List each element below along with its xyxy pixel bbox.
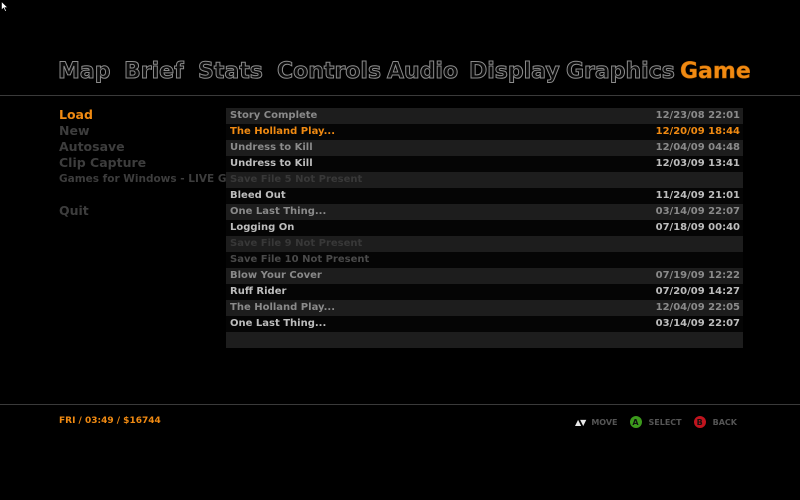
save-name: Undress to Kill — [230, 158, 313, 169]
save-name: Bleed Out — [230, 190, 286, 201]
save-slot[interactable]: Story Complete 12/23/08 22:01 — [226, 108, 743, 124]
tab-stats[interactable]: Stats — [198, 59, 264, 85]
save-slot[interactable]: Save File 10 Not Present — [226, 252, 743, 268]
list-footer-bar — [226, 332, 743, 348]
tab-controls[interactable]: Controls — [276, 59, 381, 85]
save-name: Story Complete — [230, 110, 318, 121]
bottom-divider — [0, 404, 800, 405]
save-name: One Last Thing... — [230, 206, 327, 217]
tab-map[interactable]: Map — [58, 59, 111, 85]
save-date: 12/04/09 22:05 — [655, 302, 740, 313]
menu-item-gfwl-guide[interactable]: Games for Windows - LIVE Guide — [59, 171, 252, 187]
save-date: 12/03/09 13:41 — [655, 158, 740, 169]
save-slot[interactable]: Save File 9 Not Present — [226, 236, 743, 252]
save-name: Ruff Rider — [230, 286, 287, 297]
save-slot[interactable]: One Last Thing... 03/14/09 22:07 — [226, 316, 743, 332]
dpad-arrows-icon: ▲▼ — [575, 417, 586, 427]
menu-item-autosave[interactable]: Autosave — [59, 139, 219, 155]
menu-item-quit[interactable]: Quit — [59, 203, 219, 219]
save-slot[interactable]: Bleed Out 11/24/09 21:01 — [226, 188, 743, 204]
save-slot[interactable]: Undress to Kill 12/03/09 13:41 — [226, 156, 743, 172]
save-slot[interactable]: One Last Thing... 03/14/09 22:07 — [226, 204, 743, 220]
save-file-list: Story Complete 12/23/08 22:01 The Holland… — [226, 108, 743, 348]
save-date: 03/14/09 22:07 — [655, 206, 740, 217]
save-name: One Last Thing... — [230, 318, 327, 329]
save-name: Logging On — [230, 222, 295, 233]
a-button-icon[interactable]: A — [629, 416, 642, 428]
hint-move-label: MOVE — [591, 417, 618, 427]
tab-audio[interactable]: Audio — [386, 59, 458, 85]
save-date: 07/18/09 00:40 — [655, 222, 740, 233]
game-submenu: Load New Autosave Clip Capture Games for… — [59, 107, 252, 219]
b-button-icon[interactable]: B — [693, 416, 706, 428]
tab-brief[interactable]: Brief — [124, 59, 185, 85]
top-divider — [0, 95, 800, 96]
save-date: 03/14/09 22:07 — [655, 318, 740, 329]
hint-select-label[interactable]: SELECT — [649, 418, 682, 427]
menu-item-load[interactable]: Load — [59, 107, 219, 123]
save-date: 07/19/09 12:22 — [655, 270, 740, 281]
mouse-cursor-icon — [1, 1, 9, 12]
save-name: Save File 5 Not Present — [230, 174, 363, 185]
save-slot[interactable]: The Holland Play... 12/04/09 22:05 — [226, 300, 743, 316]
menu-item-new[interactable]: New — [59, 123, 219, 139]
tab-display[interactable]: Display — [469, 59, 561, 85]
save-slot[interactable]: Undress to Kill 12/04/09 04:48 — [226, 140, 743, 156]
save-name: Blow Your Cover — [230, 270, 322, 281]
menu-spacer — [59, 187, 219, 203]
save-date: 11/24/09 21:01 — [655, 190, 740, 201]
save-slot[interactable]: Save File 5 Not Present — [226, 172, 743, 188]
save-name: Save File 9 Not Present — [230, 238, 363, 249]
save-name: Undress to Kill — [230, 142, 313, 153]
hint-back-label[interactable]: BACK — [713, 418, 737, 427]
save-slot[interactable]: Ruff Rider 07/20/09 14:27 — [226, 284, 743, 300]
game-status-readout: FRI / 03:49 / $16744 — [59, 416, 161, 426]
save-name: The Holland Play... — [230, 126, 335, 137]
pause-menu-tabs: Map Brief Stats Controls Audio Display G… — [0, 55, 800, 93]
save-date: 12/04/09 04:48 — [655, 142, 740, 153]
save-date: 12/20/09 18:44 — [655, 126, 740, 137]
controller-hints: ▲▼ MOVE A SELECT B BACK — [575, 415, 749, 429]
tab-graphics[interactable]: Graphics — [566, 59, 676, 85]
save-name: The Holland Play... — [230, 302, 335, 313]
tab-game[interactable]: Game — [680, 59, 751, 85]
save-date: 12/23/08 22:01 — [655, 110, 740, 121]
save-slot[interactable]: Logging On 07/18/09 00:40 — [226, 220, 743, 236]
save-name: Save File 10 Not Present — [230, 254, 370, 265]
save-slot[interactable]: The Holland Play... 12/20/09 18:44 — [226, 124, 743, 140]
menu-item-clip-capture[interactable]: Clip Capture — [59, 155, 219, 171]
save-slot[interactable]: Blow Your Cover 07/19/09 12:22 — [226, 268, 743, 284]
save-date: 07/20/09 14:27 — [655, 286, 740, 297]
